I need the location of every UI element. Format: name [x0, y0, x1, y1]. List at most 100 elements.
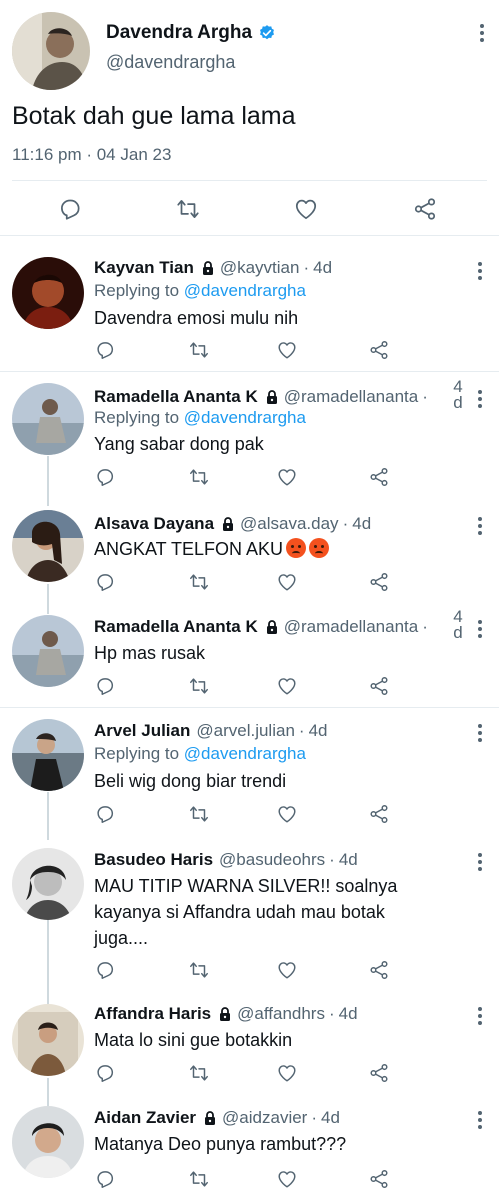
- reply-icon[interactable]: [94, 1062, 116, 1084]
- more-options-icon[interactable]: [477, 516, 483, 536]
- reply-tweet[interactable]: Affandra Haris @affandhrs · 4d Mata lo s…: [0, 994, 499, 1096]
- reply-tweet[interactable]: Ramadella Ananta K @ramadellananta · 4 d…: [0, 373, 499, 497]
- reply-author-handle[interactable]: @basudeohrs: [219, 850, 325, 870]
- share-icon[interactable]: [368, 803, 390, 825]
- reply-author-name[interactable]: Ramadella Ananta K: [94, 387, 258, 407]
- share-icon[interactable]: [412, 196, 438, 222]
- reply-author-handle[interactable]: @kayvtian: [220, 258, 300, 278]
- divider: [12, 180, 487, 181]
- avatar[interactable]: [12, 12, 90, 90]
- retweet-icon[interactable]: [188, 571, 210, 593]
- avatar[interactable]: [12, 848, 84, 920]
- more-options-icon[interactable]: [477, 389, 483, 409]
- reply-age: 4d: [321, 1108, 340, 1127]
- author-handle[interactable]: @davendrargha: [106, 52, 235, 73]
- reply-author-name[interactable]: Basudeo Haris: [94, 850, 213, 870]
- retweet-icon[interactable]: [188, 675, 210, 697]
- share-icon[interactable]: [368, 959, 390, 981]
- reply-tweet[interactable]: Basudeo Haris @basudeohrs · 4d MAU TITIP…: [0, 838, 499, 991]
- retweet-icon[interactable]: [188, 1062, 210, 1084]
- share-icon[interactable]: [368, 466, 390, 488]
- avatar[interactable]: [12, 615, 84, 687]
- share-icon[interactable]: [368, 675, 390, 697]
- more-options-icon[interactable]: [477, 261, 483, 281]
- reply-tweet[interactable]: Kayvan Tian @kayvtian · 4d Replying to @…: [0, 237, 499, 372]
- reply-age: 4d: [308, 721, 328, 740]
- share-icon[interactable]: [368, 571, 390, 593]
- share-icon[interactable]: [368, 339, 390, 361]
- reply-age: 4 d: [451, 378, 465, 412]
- reply-actions: [94, 959, 394, 983]
- reply-author-name[interactable]: Arvel Julian: [94, 721, 190, 741]
- reply-author-handle[interactable]: @ramadellananta: [284, 617, 418, 637]
- like-icon[interactable]: [276, 571, 298, 593]
- reply-author-handle[interactable]: @aidzavier: [222, 1108, 307, 1128]
- reply-icon[interactable]: [94, 339, 116, 361]
- reply-tweet[interactable]: Ramadella Ananta K @ramadellananta · 4 d…: [0, 605, 499, 708]
- like-icon[interactable]: [276, 959, 298, 981]
- reply-author-handle[interactable]: @arvel.julian: [196, 721, 295, 741]
- reply-text: Hp mas rusak: [94, 643, 206, 663]
- retweet-icon[interactable]: [188, 959, 210, 981]
- like-icon[interactable]: [276, 675, 298, 697]
- replying-to-mention[interactable]: @davendrargha: [184, 408, 306, 427]
- like-icon[interactable]: [276, 1168, 298, 1190]
- reply-icon[interactable]: [94, 803, 116, 825]
- reply-icon[interactable]: [94, 466, 116, 488]
- retweet-icon[interactable]: [175, 196, 201, 222]
- avatar[interactable]: [12, 383, 84, 455]
- share-icon[interactable]: [368, 1168, 390, 1190]
- more-options-icon[interactable]: [477, 1110, 483, 1130]
- avatar[interactable]: [12, 257, 84, 329]
- reply-actions: [94, 339, 394, 363]
- like-icon[interactable]: [276, 339, 298, 361]
- like-icon[interactable]: [276, 803, 298, 825]
- more-options-icon[interactable]: [477, 723, 483, 743]
- more-options-icon[interactable]: [477, 619, 483, 639]
- reply-text: Yang sabar dong pak: [94, 434, 264, 454]
- reply-text: Matanya Deo punya rambut???: [94, 1134, 347, 1154]
- retweet-icon[interactable]: [188, 339, 210, 361]
- tweet-timestamp[interactable]: 11:16 pm · 04 Jan 23: [12, 145, 171, 165]
- replying-to-mention[interactable]: @davendrargha: [184, 744, 306, 763]
- more-options-icon[interactable]: [477, 852, 483, 872]
- retweet-icon[interactable]: [188, 466, 210, 488]
- author-name[interactable]: Davendra Argha: [106, 22, 252, 44]
- tweet-text: Botak dah gue lama lama: [12, 102, 296, 130]
- reply-tweet[interactable]: Aidan Zavier @aidzavier · 4d Matanya Deo…: [0, 1098, 499, 1200]
- avatar[interactable]: [12, 1106, 84, 1178]
- avatar[interactable]: [12, 1004, 84, 1076]
- reply-author-handle[interactable]: @alsava.day: [240, 514, 339, 534]
- share-icon[interactable]: [368, 1062, 390, 1084]
- reply-author-handle[interactable]: @ramadellananta: [284, 387, 418, 407]
- reply-author-name[interactable]: Aidan Zavier: [94, 1108, 196, 1128]
- reply-author-name[interactable]: Kayvan Tian: [94, 258, 194, 278]
- reply-author-name[interactable]: Alsava Dayana: [94, 514, 214, 534]
- lock-icon: [264, 389, 280, 405]
- avatar[interactable]: [12, 510, 84, 582]
- more-options-icon[interactable]: [477, 1006, 483, 1026]
- like-icon[interactable]: [293, 196, 319, 222]
- reply-author-name[interactable]: Affandra Haris: [94, 1004, 211, 1024]
- reply-icon[interactable]: [94, 571, 116, 593]
- retweet-icon[interactable]: [188, 803, 210, 825]
- reply-tweet[interactable]: Arvel Julian @arvel.julian · 4d Replying…: [0, 709, 499, 835]
- like-icon[interactable]: [276, 466, 298, 488]
- reply-header: Alsava Dayana @alsava.day · 4d: [94, 514, 371, 534]
- like-icon[interactable]: [276, 1062, 298, 1084]
- retweet-icon[interactable]: [188, 1168, 210, 1190]
- reply-icon[interactable]: [94, 959, 116, 981]
- tweet-actions: [0, 190, 499, 226]
- reply-icon[interactable]: [94, 1168, 116, 1190]
- reply-icon[interactable]: [57, 196, 83, 222]
- separator-dot: ·: [342, 514, 349, 533]
- reply-header: Ramadella Ananta K @ramadellananta ·: [94, 387, 432, 407]
- reply-author-handle[interactable]: @affandhrs: [237, 1004, 325, 1024]
- reply-tweet[interactable]: Alsava Dayana @alsava.day · 4d ANGKAT TE…: [0, 500, 499, 605]
- reply-author-name[interactable]: Ramadella Ananta K: [94, 617, 258, 637]
- reply-icon[interactable]: [94, 675, 116, 697]
- avatar[interactable]: [12, 719, 84, 791]
- replying-to-mention[interactable]: @davendrargha: [184, 281, 306, 300]
- reply-age-unit: d: [453, 393, 463, 412]
- more-options-icon[interactable]: [479, 22, 485, 44]
